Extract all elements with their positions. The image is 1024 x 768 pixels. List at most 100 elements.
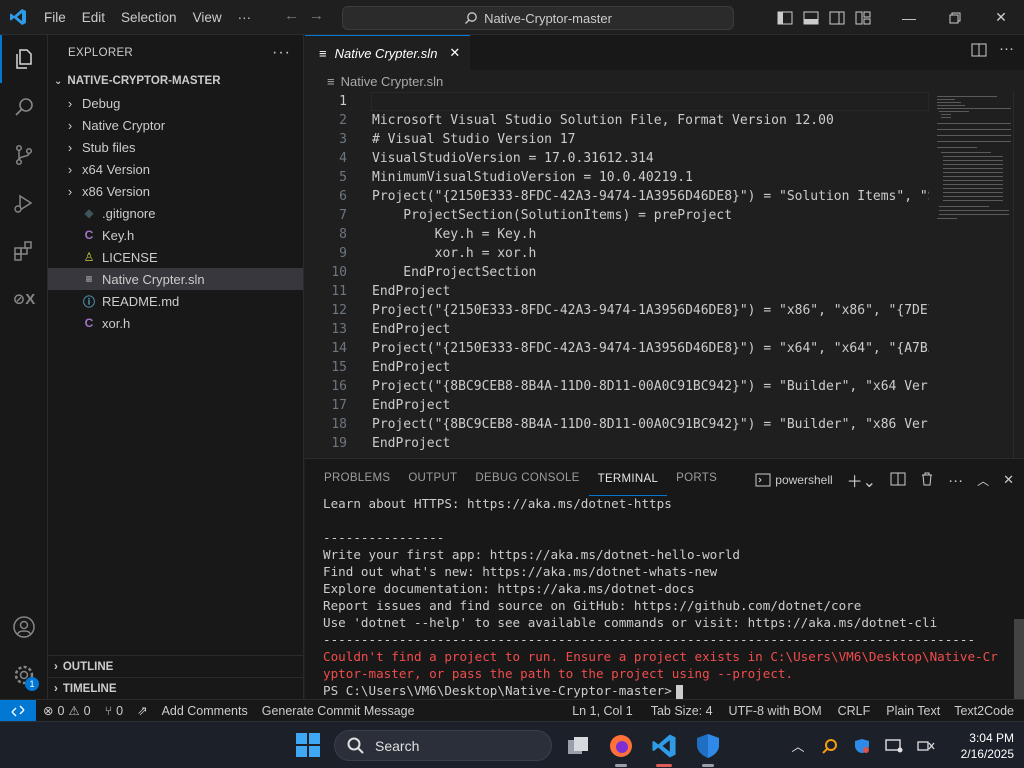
terminal-error-line: yptor-master, or pass the path to the pr… bbox=[323, 666, 794, 681]
search-icon[interactable] bbox=[0, 83, 48, 131]
cursor-position[interactable]: Ln 1, Col 1 bbox=[562, 704, 642, 718]
tree-item-native-crypter-sln[interactable]: ≡ Native Crypter.sln bbox=[48, 268, 303, 290]
code-line: 19 EndProject bbox=[305, 434, 929, 453]
tree-item-native-cryptor[interactable]: › Native Cryptor bbox=[48, 114, 303, 136]
outline-label: OUTLINE bbox=[62, 660, 114, 673]
menu-view[interactable]: View bbox=[185, 0, 230, 35]
tree-item-readme[interactable]: ⓘ README.md bbox=[48, 290, 303, 312]
tree-item-gitignore[interactable]: ◆ .gitignore bbox=[48, 202, 303, 224]
tree-item-label: Native Crypter.sln bbox=[102, 271, 205, 287]
terminal-scrollbar[interactable] bbox=[1014, 619, 1024, 699]
customize-layout-icon[interactable] bbox=[850, 0, 876, 35]
toggle-panel-icon[interactable] bbox=[798, 0, 824, 35]
tree-item-license[interactable]: ♙ LICENSE bbox=[48, 246, 303, 268]
breadcrumb-file[interactable]: Native Crypter.sln bbox=[341, 74, 444, 89]
tab-debug-console[interactable]: DEBUG CONSOLE bbox=[466, 459, 588, 497]
close-tab-icon[interactable]: ✕ bbox=[449, 45, 460, 61]
code-line: 7 ProjectSection(SolutionItems) = prePro… bbox=[305, 206, 929, 225]
command-center[interactable]: Native-Cryptor-master bbox=[342, 6, 734, 30]
display-tray-icon[interactable] bbox=[878, 722, 910, 768]
menu-more[interactable]: ··· bbox=[230, 0, 260, 35]
tab-terminal[interactable]: TERMINAL bbox=[588, 460, 668, 496]
forward-arrow-icon[interactable]: → bbox=[309, 7, 324, 24]
accounts-icon[interactable] bbox=[0, 603, 48, 651]
chevron-up-icon[interactable]: ︿ bbox=[782, 722, 814, 768]
terminal-shell-selector[interactable]: powershell bbox=[755, 473, 833, 487]
tree-item-xor-h[interactable]: Cxor.h bbox=[48, 312, 303, 334]
problems-status[interactable]: ⊗ 0 ⚠ 0 bbox=[36, 703, 98, 719]
terminal-output[interactable]: Learn about HTTPS: https://aka.ms/dotnet… bbox=[323, 495, 1013, 700]
tab-label: Native Crypter.sln bbox=[334, 45, 438, 61]
close-window-icon[interactable]: ✕ bbox=[978, 0, 1024, 35]
code-editor[interactable]: 1 2 Microsoft Visual Studio Solution File… bbox=[305, 92, 1024, 458]
tree-item-key-h[interactable]: C Key.h bbox=[48, 224, 303, 246]
tab-ports[interactable]: PORTS bbox=[667, 459, 726, 497]
language-mode[interactable]: Plain Text bbox=[878, 704, 948, 718]
defender-icon[interactable] bbox=[692, 730, 724, 767]
tree-item-stub-files[interactable]: › Stub files bbox=[48, 136, 303, 158]
trash-icon[interactable] bbox=[920, 472, 934, 489]
bottom-panel: PROBLEMS OUTPUT DEBUG CONSOLE TERMINAL P… bbox=[305, 458, 1024, 699]
line-number: 2 bbox=[339, 113, 347, 128]
split-editor-icon[interactable] bbox=[971, 43, 987, 60]
remote-indicator[interactable] bbox=[0, 699, 36, 722]
workspace-root[interactable]: ⌄ NATIVE-CRYPTOR-MASTER bbox=[48, 70, 303, 92]
tab-size[interactable]: Tab Size: 4 bbox=[643, 704, 721, 718]
tab-output[interactable]: OUTPUT bbox=[399, 459, 466, 497]
menu-selection[interactable]: Selection bbox=[113, 0, 185, 35]
file-encoding[interactable]: UTF-8 with BOM bbox=[721, 704, 830, 718]
new-terminal-icon[interactable]: ＋⌄ bbox=[847, 468, 876, 492]
terminal-prompt: PS C:\Users\VM6\Desktop\Native-Cryptor-m… bbox=[323, 683, 672, 698]
restore-icon[interactable] bbox=[932, 0, 978, 35]
more-actions-icon[interactable]: ··· bbox=[272, 44, 291, 62]
manage-gear-icon[interactable]: 1 bbox=[0, 651, 48, 699]
line-text: Project("{8BC9CEB8-8B4A-11D0-8D11-00A0C9… bbox=[372, 417, 929, 432]
toggle-secondary-sidebar-icon[interactable] bbox=[824, 0, 850, 35]
line-number: 6 bbox=[339, 189, 347, 204]
add-comments-button[interactable]: Add Comments bbox=[155, 704, 255, 718]
editor-scrollbar[interactable] bbox=[1013, 92, 1024, 458]
tree-item-x64-version[interactable]: › x64 Version bbox=[48, 158, 303, 180]
network-muted-icon[interactable] bbox=[910, 722, 942, 768]
line-text: Project("{2150E333-8FDC-42A3-9474-1A3956… bbox=[372, 341, 929, 356]
line-ending[interactable]: CRLF bbox=[830, 704, 879, 718]
toggle-primary-sidebar-icon[interactable] bbox=[772, 0, 798, 35]
tab-problems[interactable]: PROBLEMS bbox=[315, 459, 399, 497]
more-actions-icon[interactable]: ··· bbox=[999, 41, 1014, 60]
ports-status[interactable]: ⑂ 0 bbox=[98, 704, 130, 718]
tab-native-crypter-sln[interactable]: ≡ Native Crypter.sln ✕ bbox=[305, 35, 471, 70]
task-view-icon[interactable] bbox=[562, 730, 594, 762]
taskbar-clock[interactable]: 3:04 PM 2/16/2025 bbox=[942, 730, 1024, 762]
timeline-section[interactable]: › TIMELINE bbox=[48, 677, 304, 699]
live-share-status[interactable]: ⇗ bbox=[130, 703, 154, 718]
line-number: 15 bbox=[331, 360, 347, 375]
minimap[interactable] bbox=[935, 92, 1011, 458]
back-arrow-icon[interactable]: ← bbox=[284, 7, 299, 24]
outline-section[interactable]: › OUTLINE bbox=[48, 655, 304, 677]
search-tray-icon[interactable] bbox=[814, 722, 846, 768]
vscode-taskbar-icon[interactable] bbox=[648, 730, 680, 767]
more-actions-icon[interactable]: ··· bbox=[948, 472, 963, 489]
generate-commit-button[interactable]: Generate Commit Message bbox=[255, 704, 422, 718]
maximize-panel-icon[interactable]: ︿ bbox=[977, 472, 989, 489]
split-terminal-icon[interactable] bbox=[890, 472, 906, 489]
text2code-status[interactable]: Text2Code bbox=[948, 704, 1020, 718]
firefox-icon[interactable] bbox=[605, 730, 637, 767]
close-panel-icon[interactable]: ✕ bbox=[1003, 472, 1014, 488]
remote-explorer-icon[interactable]: ⊘X bbox=[0, 275, 48, 323]
explorer-icon[interactable] bbox=[0, 35, 48, 83]
extensions-icon[interactable] bbox=[0, 227, 48, 275]
taskbar-search[interactable]: Search bbox=[334, 730, 552, 761]
menu-file[interactable]: File bbox=[36, 0, 74, 35]
run-debug-icon[interactable] bbox=[0, 179, 48, 227]
minimize-icon[interactable]: — bbox=[886, 0, 932, 35]
breadcrumb: ≡ Native Crypter.sln bbox=[305, 70, 1024, 92]
source-control-icon[interactable] bbox=[0, 131, 48, 179]
tree-item-x86-version[interactable]: › x86 Version bbox=[48, 180, 303, 202]
menu-edit[interactable]: Edit bbox=[74, 0, 113, 35]
tree-item-label: Stub files bbox=[82, 139, 136, 155]
status-bar-right: Ln 1, Col 1 Tab Size: 4 UTF-8 with BOM C… bbox=[562, 700, 1020, 722]
tree-item-debug[interactable]: › Debug bbox=[48, 92, 303, 114]
security-tray-icon[interactable] bbox=[846, 722, 878, 768]
windows-start-icon[interactable] bbox=[296, 733, 320, 760]
